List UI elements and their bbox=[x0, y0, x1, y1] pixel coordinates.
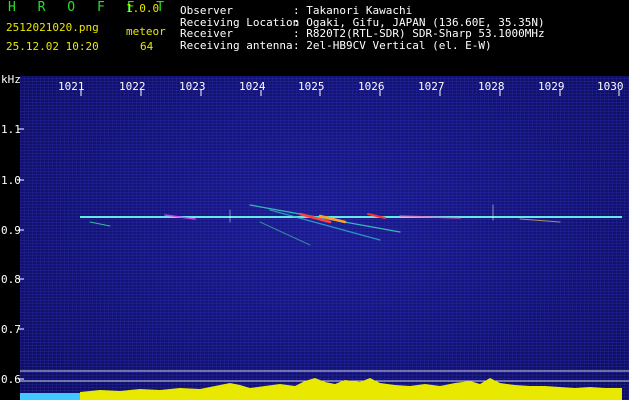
x-tick-marks bbox=[80, 90, 620, 96]
activity-baseline bbox=[20, 393, 80, 400]
spectrogram-overlay bbox=[18, 90, 629, 400]
y-tick-marks bbox=[18, 128, 24, 380]
meteor-echoes bbox=[89, 204, 561, 246]
